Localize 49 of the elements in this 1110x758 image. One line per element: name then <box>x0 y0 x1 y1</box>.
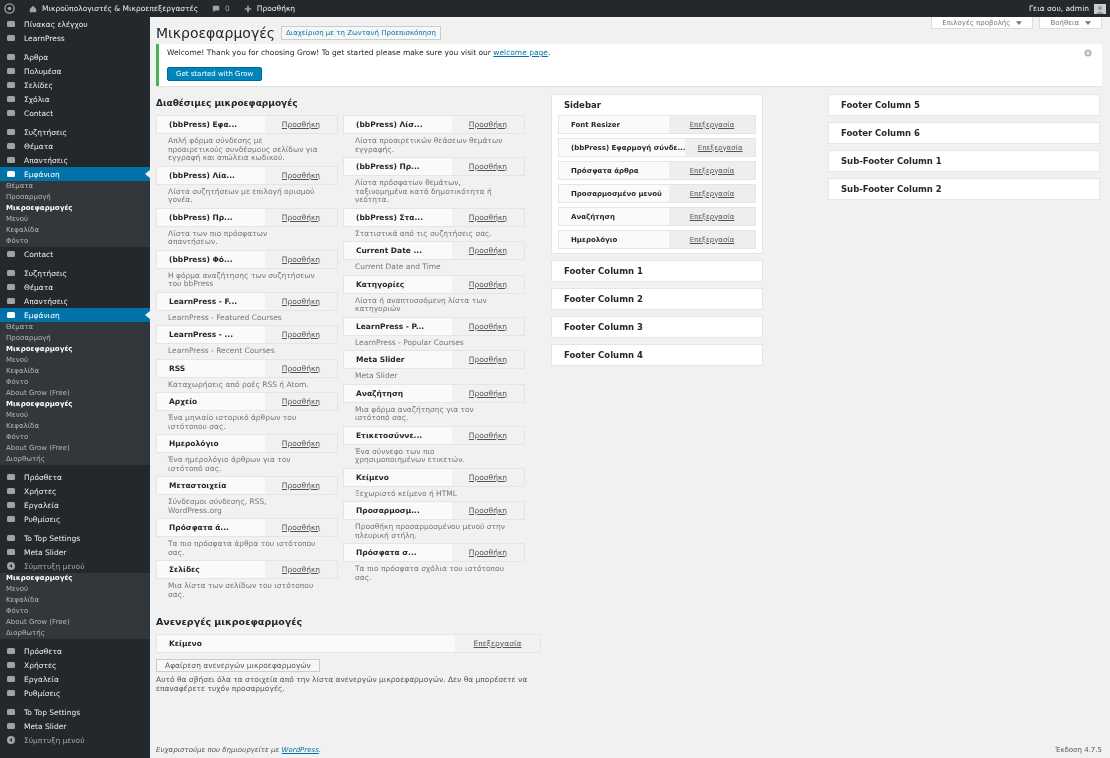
widget-area-title[interactable]: Footer Column 5 <box>829 95 1099 115</box>
square-icon <box>6 646 16 656</box>
square-icon <box>6 310 16 320</box>
wordpress-logo-icon[interactable] <box>4 3 15 14</box>
square-icon <box>6 296 16 306</box>
widget-area-title[interactable]: Footer Column 2 <box>552 289 762 309</box>
speech-bubble-icon <box>212 4 221 13</box>
square-icon <box>6 94 16 104</box>
square-icon <box>6 52 16 62</box>
widget-area-title[interactable]: Sidebar <box>552 95 762 115</box>
section-heading: Ανενεργές μικροεφαρμογές <box>156 616 304 627</box>
square-icon <box>6 249 16 259</box>
caret-icon <box>1016 20 1023 25</box>
square-icon <box>6 169 16 179</box>
square-icon <box>6 155 16 165</box>
widget-area-title[interactable]: Footer Column 3 <box>552 317 762 337</box>
widget-area-title[interactable]: Sub-Footer Column 1 <box>829 151 1099 171</box>
square-icon <box>6 688 16 698</box>
square-icon <box>6 514 16 524</box>
square-icon <box>6 108 16 118</box>
square-icon <box>6 282 16 292</box>
square-icon <box>6 533 16 543</box>
square-icon <box>6 674 16 684</box>
widget-area-title[interactable]: Footer Column 4 <box>552 345 762 365</box>
square-icon <box>6 268 16 278</box>
square-icon <box>6 547 16 557</box>
square-icon <box>6 500 16 510</box>
square-icon <box>6 721 16 731</box>
square-icon <box>6 19 16 29</box>
square-icon <box>6 707 16 717</box>
section-heading: Διαθέσιμες μικροεφαρμογές <box>156 98 299 108</box>
square-icon <box>6 141 16 151</box>
square-icon <box>6 33 16 43</box>
square-icon <box>6 66 16 76</box>
house-icon <box>29 4 37 13</box>
square-icon <box>6 80 16 90</box>
plus-icon <box>243 4 252 13</box>
widget-area-title[interactable]: Footer Column 1 <box>552 261 762 281</box>
widget-area-title[interactable]: Sub-Footer Column 2 <box>829 179 1099 199</box>
square-icon <box>6 660 16 670</box>
page-title: Μικροεφαρμογές <box>156 25 275 41</box>
widget-area-title[interactable]: Footer Column 6 <box>829 123 1099 143</box>
circle-icon <box>6 561 16 571</box>
square-icon <box>6 472 16 482</box>
square-icon <box>6 486 16 496</box>
square-icon <box>6 127 16 137</box>
avatar-icon <box>1094 3 1106 14</box>
caret-icon <box>1085 20 1091 25</box>
circle-icon <box>6 735 16 745</box>
